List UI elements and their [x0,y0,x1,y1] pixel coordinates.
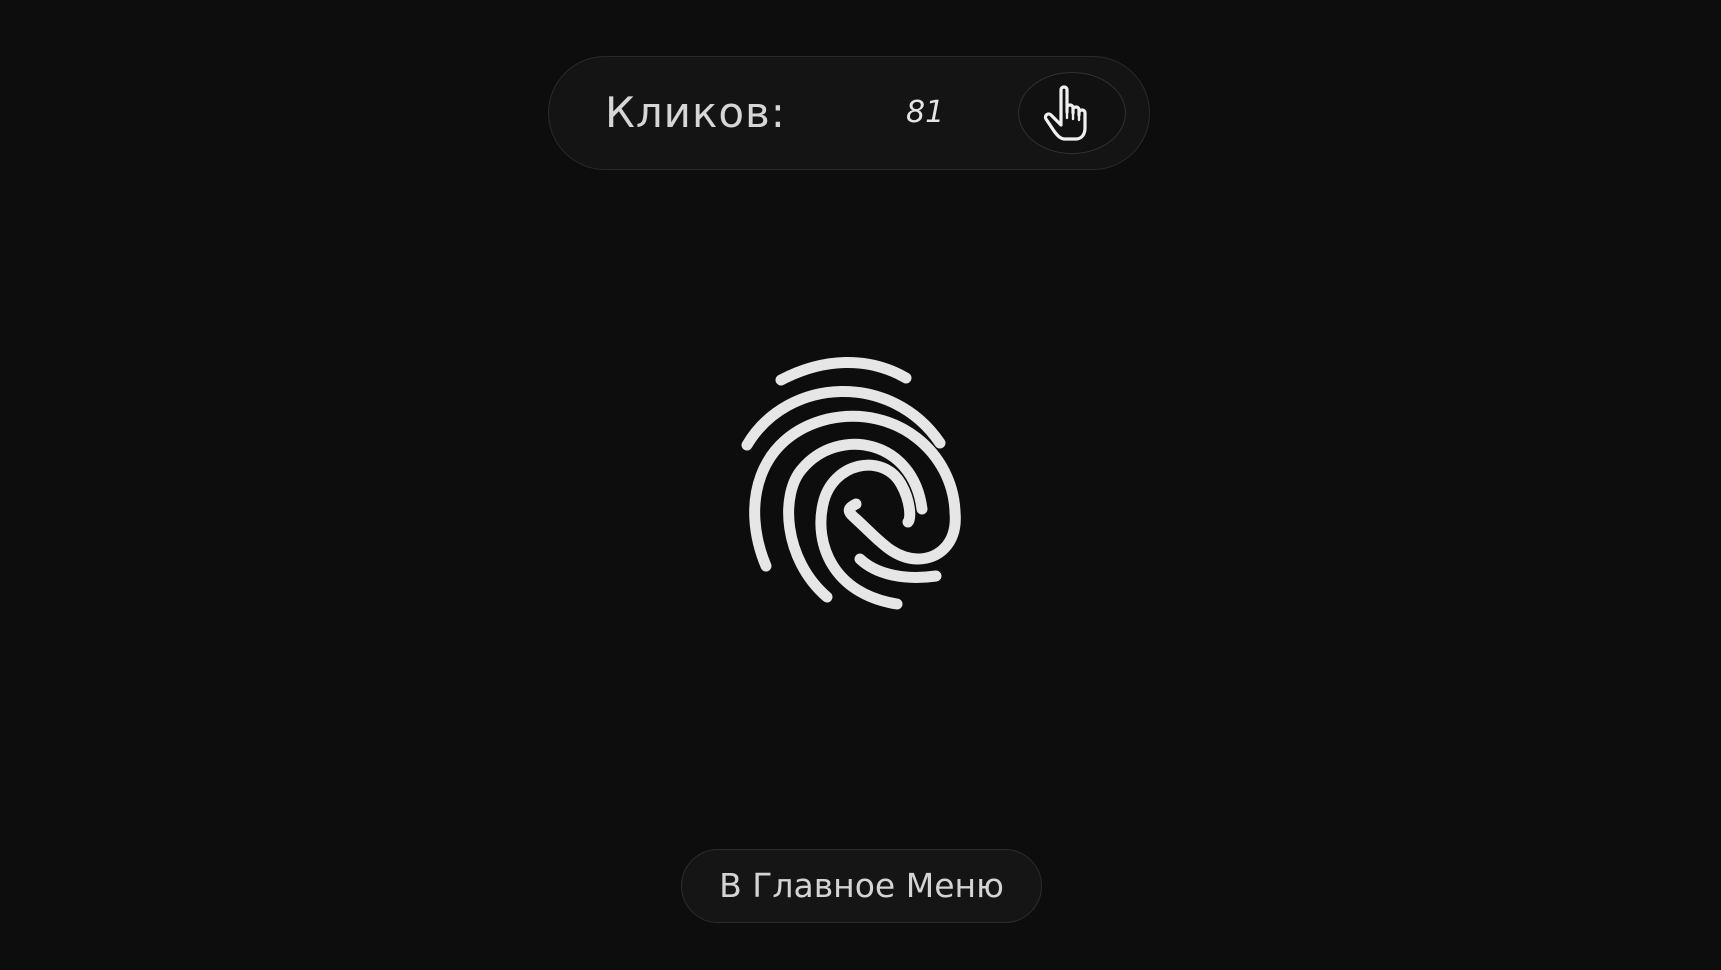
click-counter-panel: Кликов: 81 [548,56,1150,170]
counter-value: 81 [906,95,945,130]
counter-label: Кликов: [605,88,786,137]
clicker-screen: Кликов: 81 В Главное Меню [0,0,1721,970]
fingerprint-icon [741,357,961,610]
fingerprint-button[interactable] [728,344,988,620]
hand-pointer-icon [1043,85,1087,141]
main-menu-button[interactable]: В Главное Меню [681,849,1042,923]
click-button[interactable] [1018,72,1126,154]
